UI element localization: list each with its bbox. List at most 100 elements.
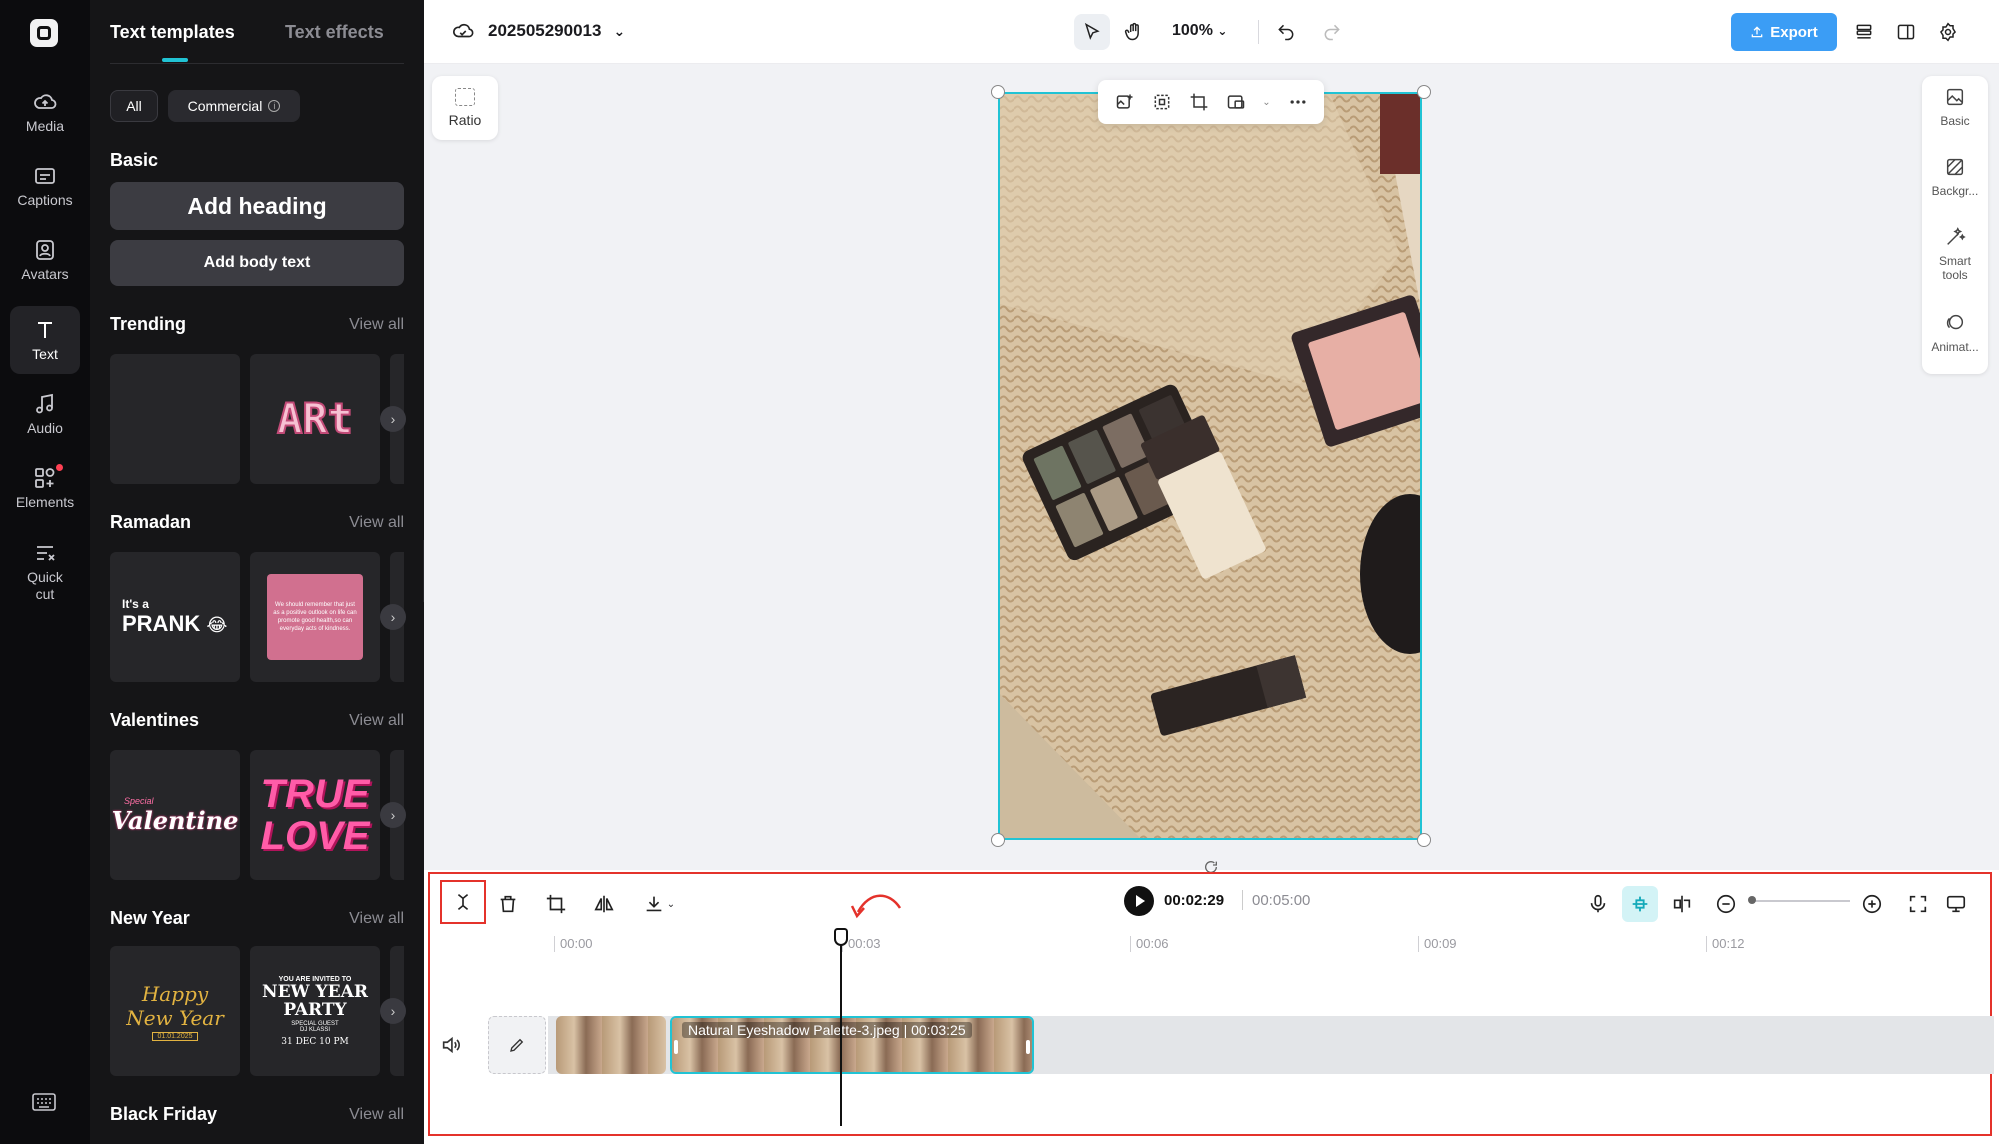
export-button[interactable]: Export <box>1731 13 1837 51</box>
rail-item-quick-cut[interactable]: Quick cut <box>10 534 80 610</box>
magic-wand-icon <box>1947 227 1966 245</box>
timeline-clip[interactable] <box>556 1016 666 1074</box>
scroll-right-button[interactable]: › <box>380 998 406 1024</box>
cloud-upload-icon <box>34 94 57 109</box>
replace-image-icon[interactable] <box>1114 91 1136 113</box>
ny-happy: Happy <box>141 981 209 1006</box>
app-logo[interactable] <box>30 19 58 47</box>
ruler-tick: 00:09 <box>1424 936 1457 951</box>
template-thumb-true-love[interactable]: TRUE LOVE <box>250 750 380 880</box>
undo-button[interactable] <box>1268 14 1304 50</box>
layers-button[interactable] <box>1846 14 1882 50</box>
template-thumb-valentine[interactable]: Special Valentine <box>110 750 240 880</box>
section-title-black-friday: Black Friday <box>110 1104 218 1124</box>
chevron-down-icon[interactable]: ⌄ <box>1262 91 1272 113</box>
filter-chip-commercial[interactable]: Commercial i <box>168 90 300 122</box>
microphone-icon <box>1590 894 1606 913</box>
timeline-clip-selected[interactable]: Natural Eyeshadow Palette-3.jpeg | 00:03… <box>670 1016 1034 1074</box>
add-heading-button[interactable]: Add heading <box>110 182 404 230</box>
record-voice-button[interactable] <box>1580 886 1616 922</box>
scroll-right-button[interactable]: › <box>380 604 406 630</box>
zoom-dropdown[interactable]: 100% ⌄ <box>1172 22 1227 40</box>
top-bar: 202505290013 ⌄ 100% ⌄ Export <box>424 0 1999 64</box>
hand-icon <box>1124 22 1139 41</box>
redo-button[interactable] <box>1314 14 1350 50</box>
clip-trim-handle-right[interactable] <box>1026 1040 1030 1054</box>
view-all-valentines[interactable]: View all <box>349 712 404 730</box>
rail-item-captions[interactable]: Captions <box>10 152 80 220</box>
rail-item-elements[interactable]: Elements <box>10 454 80 522</box>
timeline-panel: ⌄ 00:02:29 00:05:00 00:00 00:03 00:06 00… <box>428 872 1994 1136</box>
tab-text-templates[interactable]: Text templates <box>110 22 235 43</box>
template-thumb[interactable] <box>110 354 240 484</box>
view-all-ramadan[interactable]: View all <box>349 514 404 532</box>
section-title-valentines: Valentines <box>110 710 200 730</box>
keyboard-icon[interactable] <box>32 1092 56 1112</box>
split-at-playhead-button[interactable] <box>1664 886 1700 922</box>
download-dropdown-button[interactable]: ⌄ <box>636 886 682 922</box>
timeline-zoom-thumb[interactable] <box>1748 896 1756 904</box>
crop-button[interactable] <box>538 886 574 922</box>
more-options-icon[interactable] <box>1287 91 1309 113</box>
cutout-icon[interactable] <box>1151 91 1173 113</box>
rp-smart-tools[interactable]: Smart tools <box>1922 226 1988 282</box>
delete-button[interactable] <box>490 886 526 922</box>
fit-timeline-button[interactable] <box>1900 886 1936 922</box>
view-all-new-year[interactable]: View all <box>349 910 404 928</box>
zoom-in-button[interactable] <box>1854 886 1890 922</box>
tab-text-effects[interactable]: Text effects <box>285 22 384 43</box>
view-all-trending[interactable]: View all <box>349 316 404 334</box>
ruler-tick: 00:03 <box>848 936 881 951</box>
settings-button[interactable] <box>1930 14 1966 50</box>
ruler-tick: 00:12 <box>1712 936 1745 951</box>
play-button[interactable] <box>1124 886 1154 916</box>
add-body-text-button[interactable]: Add body text <box>110 240 404 286</box>
resize-handle-bottom-left[interactable] <box>991 833 1005 847</box>
crop-icon[interactable] <box>1188 91 1210 113</box>
avatar-icon <box>36 240 54 260</box>
project-title[interactable]: 202505290013 ⌄ <box>452 20 625 42</box>
magnet-snap-button[interactable] <box>1622 886 1658 922</box>
resize-handle-top-left[interactable] <box>991 85 1005 99</box>
filter-chip-all[interactable]: All <box>110 90 158 122</box>
rail-item-text[interactable]: Text <box>10 306 80 374</box>
present-button[interactable] <box>1938 886 1974 922</box>
flip-button[interactable] <box>586 886 622 922</box>
timeline-zoom-slider[interactable] <box>1750 900 1850 902</box>
template-thumb-art[interactable]: ARt <box>250 354 380 484</box>
split-layout-button[interactable] <box>1888 14 1924 50</box>
template-thumb-prank[interactable]: It's a PRANK 😂 <box>110 552 240 682</box>
playhead[interactable] <box>840 932 842 1126</box>
zoom-out-button[interactable] <box>1708 886 1744 922</box>
ratio-button[interactable]: Ratio <box>432 76 498 140</box>
prank-main: PRANK 😂 <box>122 611 228 636</box>
rp-background[interactable]: Backgr... <box>1922 156 1988 198</box>
view-all-black-friday[interactable]: View all <box>349 1106 404 1124</box>
rp-animation[interactable]: Animat... <box>1922 312 1988 354</box>
rail-item-audio[interactable]: Audio <box>10 380 80 448</box>
scroll-right-button[interactable]: › <box>380 406 406 432</box>
chevron-down-icon[interactable]: ⌄ <box>613 23 625 40</box>
rail-item-media[interactable]: Media <box>10 78 80 146</box>
resize-handle-bottom-right[interactable] <box>1417 833 1431 847</box>
info-icon[interactable]: i <box>268 100 281 112</box>
playhead-handle[interactable] <box>834 928 848 946</box>
rp-basic[interactable]: Basic <box>1922 86 1988 128</box>
resize-handle-top-right[interactable] <box>1417 85 1431 99</box>
edit-cover-button[interactable] <box>488 1016 546 1074</box>
picture-in-picture-icon[interactable] <box>1225 91 1247 113</box>
hand-tool-button[interactable] <box>1116 14 1152 50</box>
canvas-image[interactable] <box>998 92 1422 840</box>
template-thumb-kindness[interactable]: We should remember that just as a positi… <box>250 552 380 682</box>
speaker-icon[interactable] <box>440 1034 462 1056</box>
clip-label: Natural Eyeshadow Palette-3.jpeg | 00:03… <box>682 1022 972 1038</box>
ny-when: 31 DEC 10 PM <box>281 1036 349 1047</box>
split-button[interactable] <box>440 880 486 924</box>
rail-item-avatars[interactable]: Avatars <box>10 226 80 294</box>
select-tool-button[interactable] <box>1074 14 1110 50</box>
animation-icon <box>1946 314 1964 330</box>
scroll-right-button[interactable]: › <box>380 802 406 828</box>
template-thumb-happy-new-year[interactable]: Happy New Year 01.01.2025 <box>110 946 240 1076</box>
template-thumb-new-year-party[interactable]: YOU ARE INVITED TO NEW YEAR PARTY SPECIA… <box>250 946 380 1076</box>
clip-trim-handle-left[interactable] <box>674 1040 678 1054</box>
